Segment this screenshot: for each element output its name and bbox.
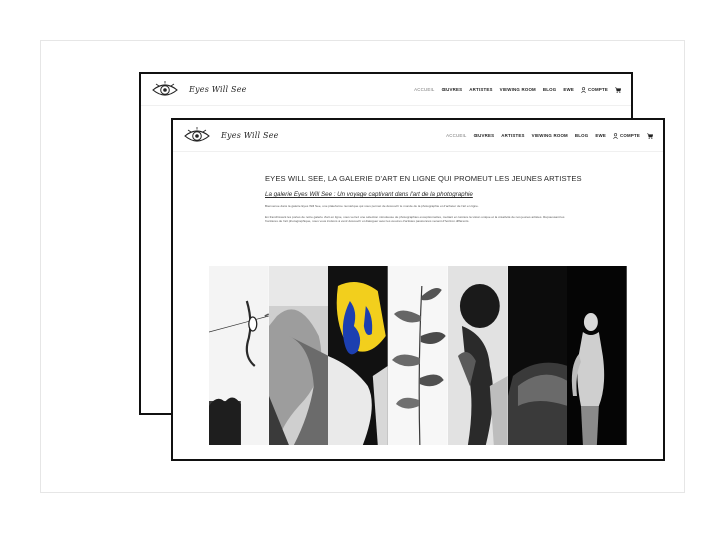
photo-panel-6[interactable] [507,266,568,445]
main-menu: ACCUEIL ŒUVRES ARTISTES VIEWING ROOM BLO… [414,86,621,93]
account-link[interactable]: COMPTE [613,132,640,139]
photo-image [388,266,448,445]
intro-paragraph: Bienvenue dans la galerie Eyes Will See,… [265,204,479,208]
account-icon [581,86,586,93]
nav-item-viewing-room[interactable]: VIEWING ROOM [532,133,568,138]
site-logo[interactable]: Eyes Will See [151,79,247,101]
account-link[interactable]: COMPTE [581,86,608,93]
description-paragraph: En franchissant les portes de notre gale… [265,214,565,224]
photo-strip [209,266,628,445]
account-icon [613,132,618,139]
photo-image [567,266,628,445]
site-logo[interactable]: Eyes Will See [183,125,279,147]
photo-image [328,266,389,445]
nav-item-oeuvres[interactable]: ŒUVRES [442,87,463,92]
nav-item-blog[interactable]: BLOG [543,87,556,92]
photo-image [209,266,269,445]
logo-text: Eyes Will See [189,85,247,94]
account-label: COMPTE [588,87,608,92]
photo-panel-1[interactable] [209,266,269,445]
nav-item-ewe[interactable]: EWE [595,133,606,138]
photo-image [268,266,329,445]
photo-panel-4[interactable] [388,266,448,445]
top-navigation: Eyes Will See ACCUEIL ŒUVRES ARTISTES VI… [141,74,631,106]
browser-window-front: Eyes Will See ACCUEIL ŒUVRES ARTISTES VI… [171,118,665,461]
eye-logo-icon [152,80,178,96]
photo-panel-5[interactable] [447,266,508,445]
nav-item-viewing-room[interactable]: VIEWING ROOM [500,87,536,92]
page-title: EYES WILL SEE, LA GALERIE D'ART EN LIGNE… [265,174,582,183]
top-navigation: Eyes Will See ACCUEIL ŒUVRES ARTISTES VI… [173,120,663,152]
nav-item-artistes[interactable]: ARTISTES [501,133,524,138]
photo-image [507,266,568,445]
nav-item-oeuvres[interactable]: ŒUVRES [474,133,495,138]
page-subtitle: La galerie Eyes Will See : Un voyage cap… [265,191,473,198]
photo-panel-7[interactable] [567,266,628,445]
account-label: COMPTE [620,133,640,138]
photo-panel-2[interactable] [268,266,329,445]
nav-item-artistes[interactable]: ARTISTES [469,87,492,92]
photo-panel-3[interactable] [328,266,389,445]
hero-content: EYES WILL SEE, LA GALERIE D'ART EN LIGNE… [265,174,582,224]
eye-logo-icon [184,126,210,142]
cart-icon[interactable] [647,133,653,139]
photo-image [447,266,508,445]
nav-item-blog[interactable]: BLOG [575,133,588,138]
nav-item-accueil[interactable]: ACCUEIL [446,133,466,138]
nav-item-accueil[interactable]: ACCUEIL [414,87,434,92]
logo-text: Eyes Will See [221,131,279,140]
main-menu: ACCUEIL ŒUVRES ARTISTES VIEWING ROOM BLO… [446,132,653,139]
cart-icon[interactable] [615,87,621,93]
nav-item-ewe[interactable]: EWE [563,87,574,92]
